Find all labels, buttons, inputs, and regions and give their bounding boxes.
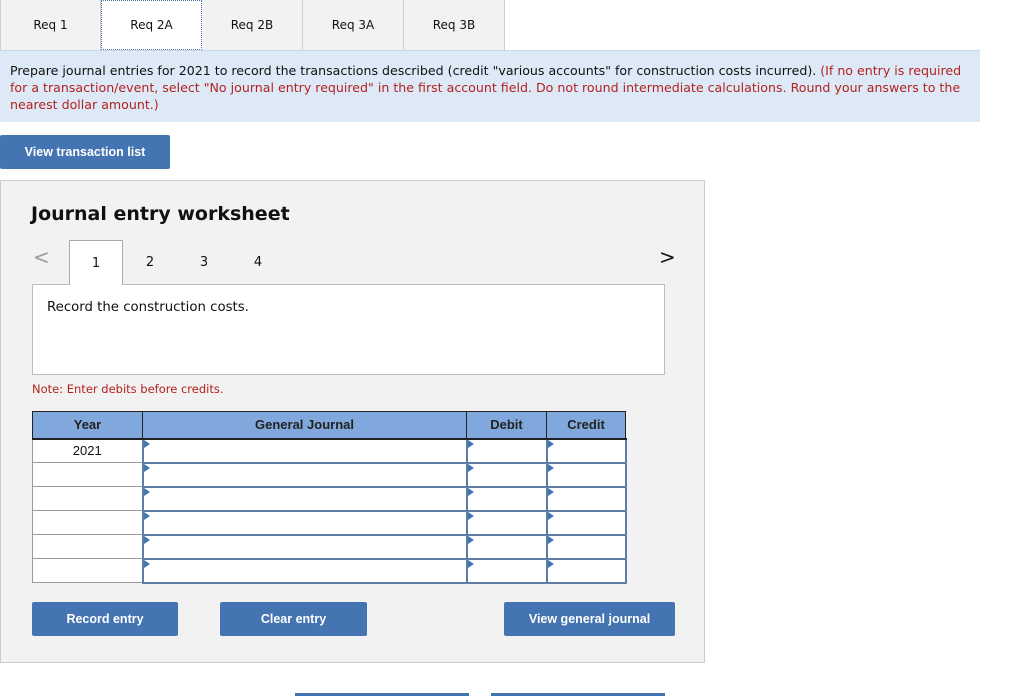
table-row: 2021 <box>32 437 627 464</box>
debit-input[interactable] <box>465 509 548 536</box>
credit-input[interactable] <box>545 557 627 584</box>
account-select[interactable] <box>141 509 468 536</box>
step-tabs: 1 2 3 4 <box>69 240 285 285</box>
debit-input[interactable] <box>465 485 548 512</box>
table-row <box>32 533 627 560</box>
year-cell <box>32 462 143 487</box>
requirement-tabs: Req 1 Req 2A Req 2B Req 3A Req 3B <box>0 0 505 50</box>
account-select[interactable] <box>141 461 468 488</box>
credit-input[interactable] <box>545 461 627 488</box>
header-debit: Debit <box>466 411 547 440</box>
tab-req-2a[interactable]: Req 2A <box>101 0 202 50</box>
credit-input[interactable] <box>545 437 627 464</box>
view-transaction-list-button[interactable]: View transaction list <box>0 135 170 169</box>
tab-req-1[interactable]: Req 1 <box>0 0 101 50</box>
view-general-journal-button[interactable]: View general journal <box>504 602 675 636</box>
step-tab-2[interactable]: 2 <box>123 240 177 285</box>
instructions-text: Prepare journal entries for 2021 to reco… <box>10 63 821 78</box>
debit-input[interactable] <box>465 437 548 464</box>
year-cell: 2021 <box>32 438 143 463</box>
table-row <box>32 557 627 584</box>
account-select[interactable] <box>141 557 468 584</box>
step-tab-4[interactable]: 4 <box>231 240 285 285</box>
debit-input[interactable] <box>465 533 548 560</box>
record-entry-button[interactable]: Record entry <box>32 602 178 636</box>
credit-input[interactable] <box>545 533 627 560</box>
year-cell <box>32 486 143 511</box>
description-text: Record the construction costs. <box>47 300 249 315</box>
journal-table: Year General Journal Debit Credit 2021 <box>32 411 627 584</box>
clear-entry-button[interactable]: Clear entry <box>220 602 367 636</box>
table-header-row: Year General Journal Debit Credit <box>32 411 626 440</box>
year-cell <box>32 534 143 559</box>
account-select[interactable] <box>141 437 468 464</box>
debit-input[interactable] <box>465 461 548 488</box>
table-row <box>32 485 627 512</box>
tab-req-3b[interactable]: Req 3B <box>404 0 505 50</box>
table-row <box>32 509 627 536</box>
step-tab-1[interactable]: 1 <box>69 240 123 285</box>
chevron-left-icon[interactable]: < <box>33 245 50 269</box>
header-credit: Credit <box>546 411 626 440</box>
step-tab-3[interactable]: 3 <box>177 240 231 285</box>
transaction-description: Record the construction costs. <box>32 284 665 375</box>
journal-entry-worksheet: Journal entry worksheet < 1 2 3 4 > Reco… <box>0 180 705 663</box>
debits-note: Note: Enter debits before credits. <box>32 382 224 396</box>
account-select[interactable] <box>141 533 468 560</box>
account-select[interactable] <box>141 485 468 512</box>
credit-input[interactable] <box>545 485 627 512</box>
year-cell <box>32 558 143 583</box>
chevron-right-icon[interactable]: > <box>659 245 676 269</box>
worksheet-title: Journal entry worksheet <box>31 203 290 225</box>
header-general-journal: General Journal <box>142 411 467 440</box>
header-year: Year <box>32 411 143 440</box>
credit-input[interactable] <box>545 509 627 536</box>
instructions-banner: Prepare journal entries for 2021 to reco… <box>0 50 980 122</box>
debit-input[interactable] <box>465 557 548 584</box>
tab-req-2b[interactable]: Req 2B <box>202 0 303 50</box>
year-cell <box>32 510 143 535</box>
table-row <box>32 461 627 488</box>
tab-req-3a[interactable]: Req 3A <box>303 0 404 50</box>
